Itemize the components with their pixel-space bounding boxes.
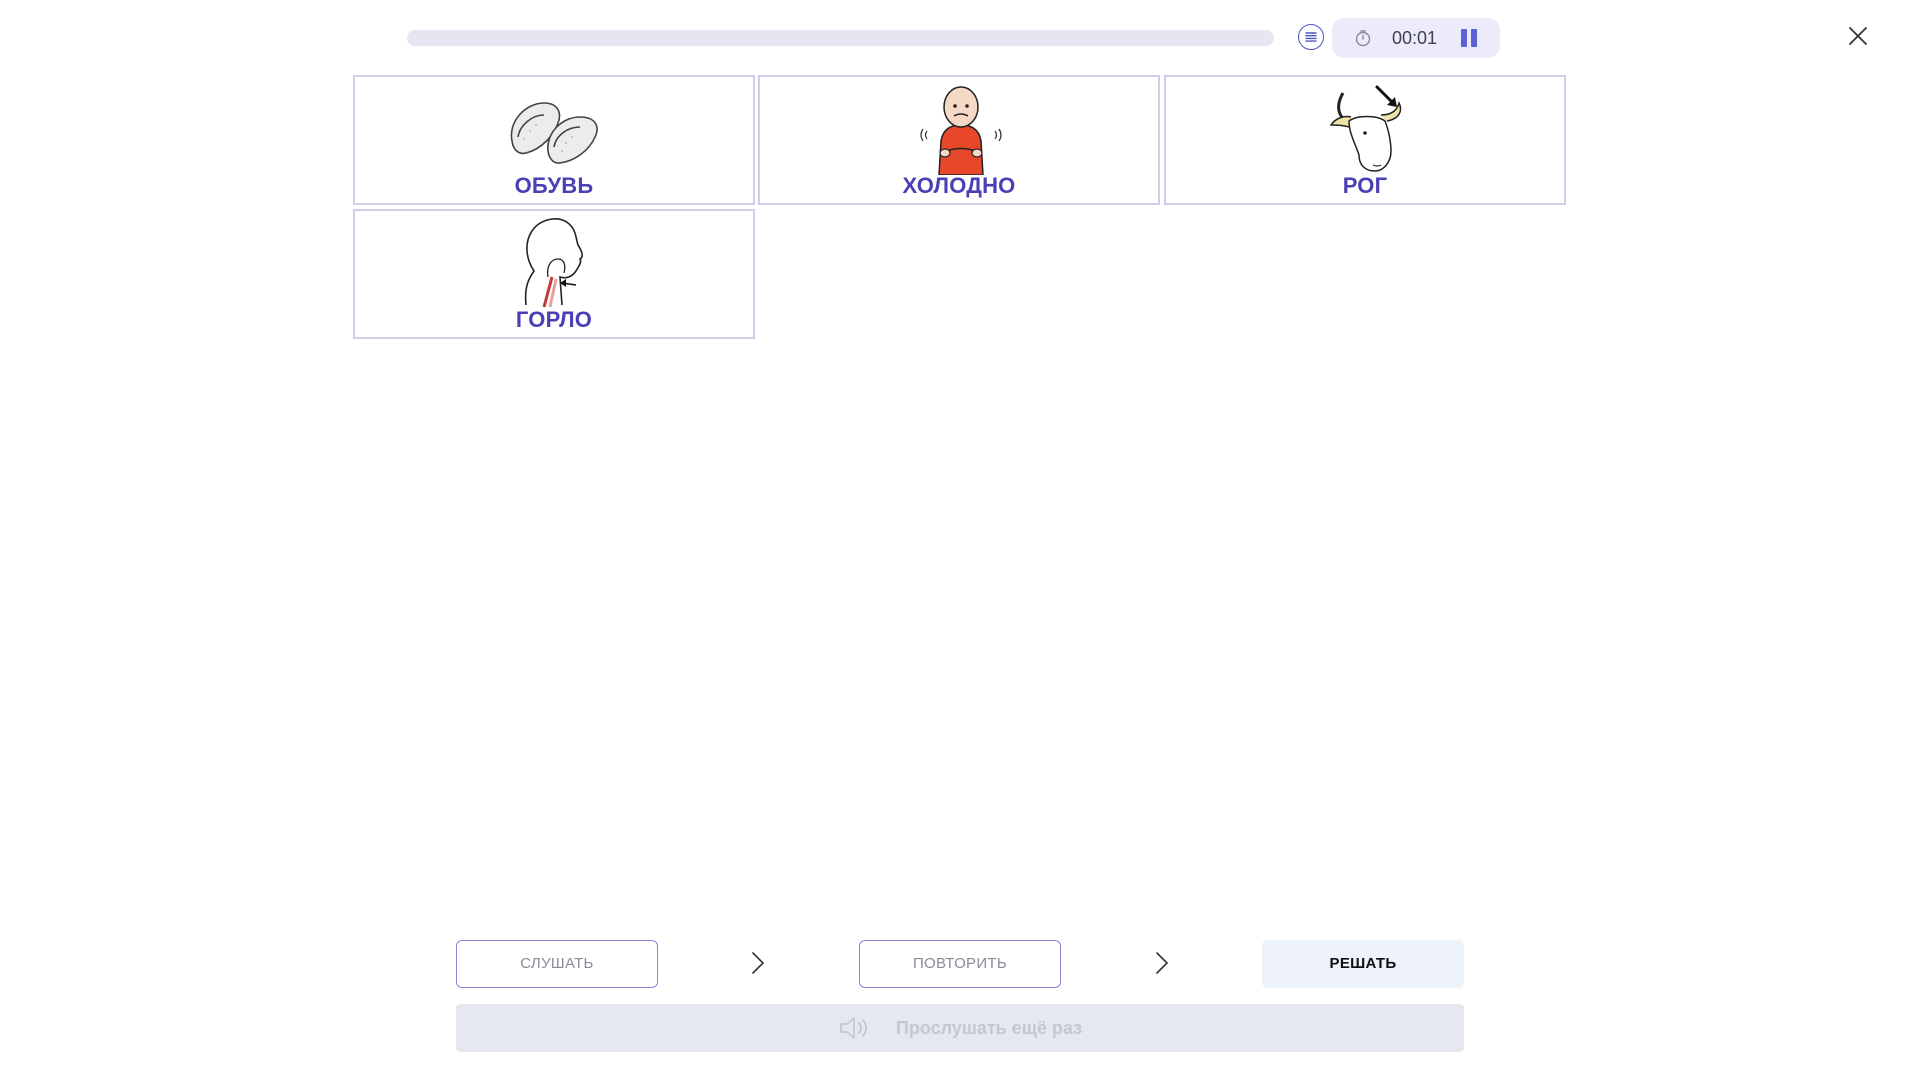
- throat-icon: [524, 218, 583, 308]
- speaker-icon: [840, 1017, 867, 1039]
- card-horn[interactable]: РОГ: [1164, 75, 1566, 205]
- card-cold[interactable]: ХОЛОДНО: [758, 75, 1160, 205]
- chevron-right-icon: [752, 952, 765, 974]
- listen-step-button[interactable]: СЛУШАТЬ: [456, 940, 658, 988]
- close-icon[interactable]: [1846, 24, 1870, 48]
- chevron-right-icon: [1156, 952, 1169, 974]
- solve-step-button[interactable]: РЕШАТЬ: [1262, 940, 1464, 988]
- repeat-step-button[interactable]: ПОВТОРИТЬ: [859, 940, 1061, 988]
- card-label: ГОРЛО: [515, 307, 593, 332]
- progress-bar: [407, 30, 1274, 46]
- list-icon: [1305, 32, 1317, 42]
- bull-horn-icon: [1329, 85, 1402, 172]
- card-label: ОБУВЬ: [514, 173, 594, 198]
- pause-button[interactable]: [1459, 29, 1479, 47]
- listen-again-label: Прослушать ещё раз: [895, 1017, 1083, 1038]
- task-list-button[interactable]: [1298, 24, 1324, 50]
- listen-again-button[interactable]: Прослушать ещё раз: [456, 1004, 1464, 1052]
- cold-person-icon: [920, 86, 1002, 175]
- card-label: ХОЛОДНО: [902, 173, 1016, 198]
- slippers-icon: [510, 102, 598, 164]
- card-shoes[interactable]: ОБУВЬ: [353, 75, 755, 205]
- timer-panel: 00:01: [1332, 18, 1500, 58]
- card-label: РОГ: [1342, 173, 1388, 198]
- card-throat[interactable]: ГОРЛО: [353, 209, 755, 339]
- pause-icon: [1461, 29, 1467, 47]
- stopwatch-icon: [1355, 30, 1371, 47]
- timer-value: 00:01: [1392, 28, 1438, 48]
